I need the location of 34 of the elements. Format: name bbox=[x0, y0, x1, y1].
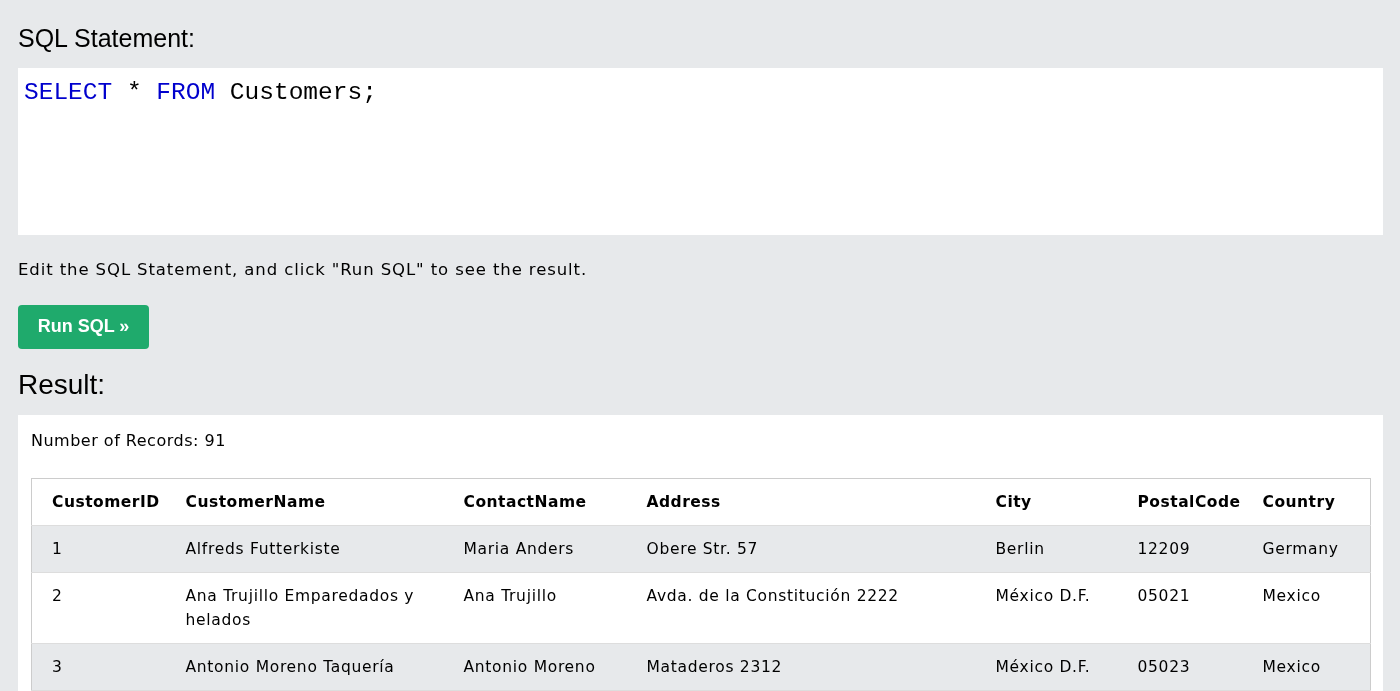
column-header: Country bbox=[1252, 478, 1371, 526]
table-cell: Obere Str. 57 bbox=[636, 525, 986, 573]
table-cell: Antonio Moreno bbox=[453, 643, 637, 691]
column-header: CustomerID bbox=[31, 478, 176, 526]
column-header: PostalCode bbox=[1127, 478, 1253, 526]
table-cell: 05021 bbox=[1127, 572, 1253, 644]
section-heading: Result: bbox=[18, 368, 106, 402]
column-header: Address bbox=[636, 478, 986, 526]
table-cell: 05023 bbox=[1127, 643, 1253, 691]
table-cell: Mexico bbox=[1252, 643, 1371, 691]
code-line: SELECT * FROM Customers; bbox=[24, 78, 377, 108]
column-header: ContactName bbox=[453, 478, 637, 526]
table-cell: México D.F. bbox=[985, 572, 1128, 644]
table-cell: 3 bbox=[31, 643, 176, 691]
table-cell: Ana Trujillo bbox=[453, 572, 637, 644]
table-cell: Berlin bbox=[985, 525, 1128, 573]
table-cell: Alfreds Futterkiste bbox=[175, 525, 454, 573]
table-cell: 12209 bbox=[1127, 525, 1253, 573]
table-cell: Maria Anders bbox=[453, 525, 637, 573]
table-cell: 1 bbox=[31, 525, 176, 573]
table-cell: 2 bbox=[31, 572, 176, 644]
column-header: City bbox=[985, 478, 1128, 526]
table-cell: Mexico bbox=[1252, 572, 1371, 644]
table-cell: México D.F. bbox=[985, 643, 1128, 691]
code-editor[interactable]: SELECT * FROM Customers; bbox=[18, 68, 1383, 235]
table-cell: Antonio Moreno Taquería bbox=[175, 643, 454, 691]
table-cell: Ana Trujillo Emparedados y helados bbox=[175, 572, 454, 644]
table-cell: Mataderos 2312 bbox=[636, 643, 986, 691]
instructions-text: Edit the SQL Statement, and click "Run SQL" to see the result. bbox=[18, 258, 588, 281]
section-heading: SQL Statement: bbox=[18, 23, 195, 53]
table-cell: Germany bbox=[1252, 525, 1371, 573]
record-count-text: Number of Records: 91 bbox=[31, 430, 227, 452]
column-header: CustomerName bbox=[175, 478, 454, 526]
table-cell: Avda. de la Constitución 2222 bbox=[636, 572, 986, 644]
